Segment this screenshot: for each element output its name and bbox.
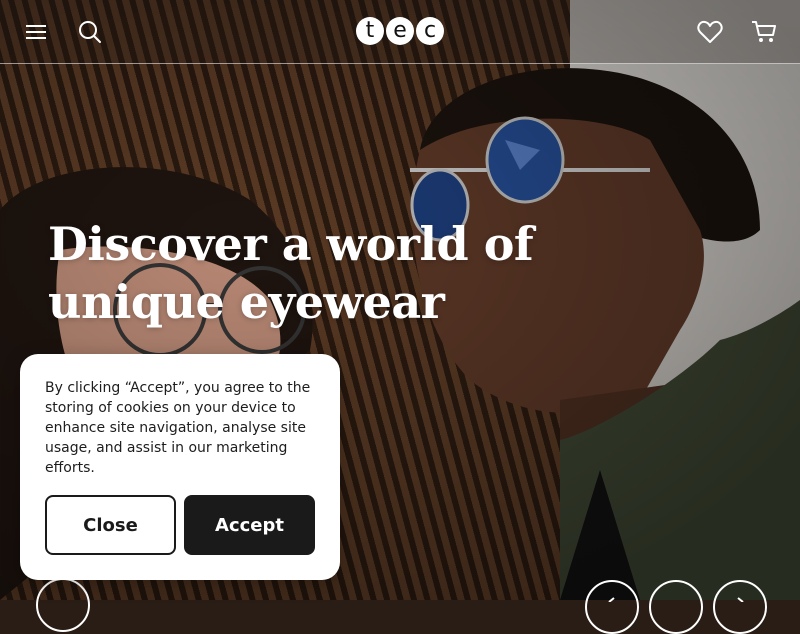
- site-header: t e c: [0, 0, 800, 64]
- hero-cta-circle[interactable]: [36, 578, 90, 632]
- chevron-right-icon: [737, 597, 744, 603]
- heart-icon: [697, 20, 723, 43]
- cart-button[interactable]: [746, 14, 782, 50]
- cart-icon: [752, 21, 776, 42]
- logo-letter-e: e: [386, 17, 414, 45]
- carousel-prev-button[interactable]: [585, 580, 639, 634]
- carousel-next-button[interactable]: [713, 580, 767, 634]
- cookie-consent-actions: Close Accept: [45, 495, 315, 555]
- logo-letter-t: t: [356, 17, 384, 45]
- brand-logo[interactable]: t e c: [356, 17, 444, 47]
- chevron-left-icon: [608, 597, 615, 603]
- hero-headline: Discover a world of unique eyewear: [48, 217, 534, 329]
- search-icon: [79, 21, 101, 43]
- logo-letter-c: c: [416, 17, 444, 45]
- cookie-accept-button[interactable]: Accept: [184, 495, 315, 555]
- menu-button[interactable]: [18, 14, 54, 50]
- carousel-pause-button[interactable]: [649, 580, 703, 634]
- cookie-close-button[interactable]: Close: [45, 495, 176, 555]
- search-button[interactable]: [72, 14, 108, 50]
- menu-icon: [26, 25, 46, 39]
- wishlist-button[interactable]: [692, 14, 728, 50]
- cookie-consent-dialog: By clicking “Accept”, you agree to the s…: [20, 354, 340, 580]
- cookie-consent-text: By clicking “Accept”, you agree to the s…: [45, 380, 311, 476]
